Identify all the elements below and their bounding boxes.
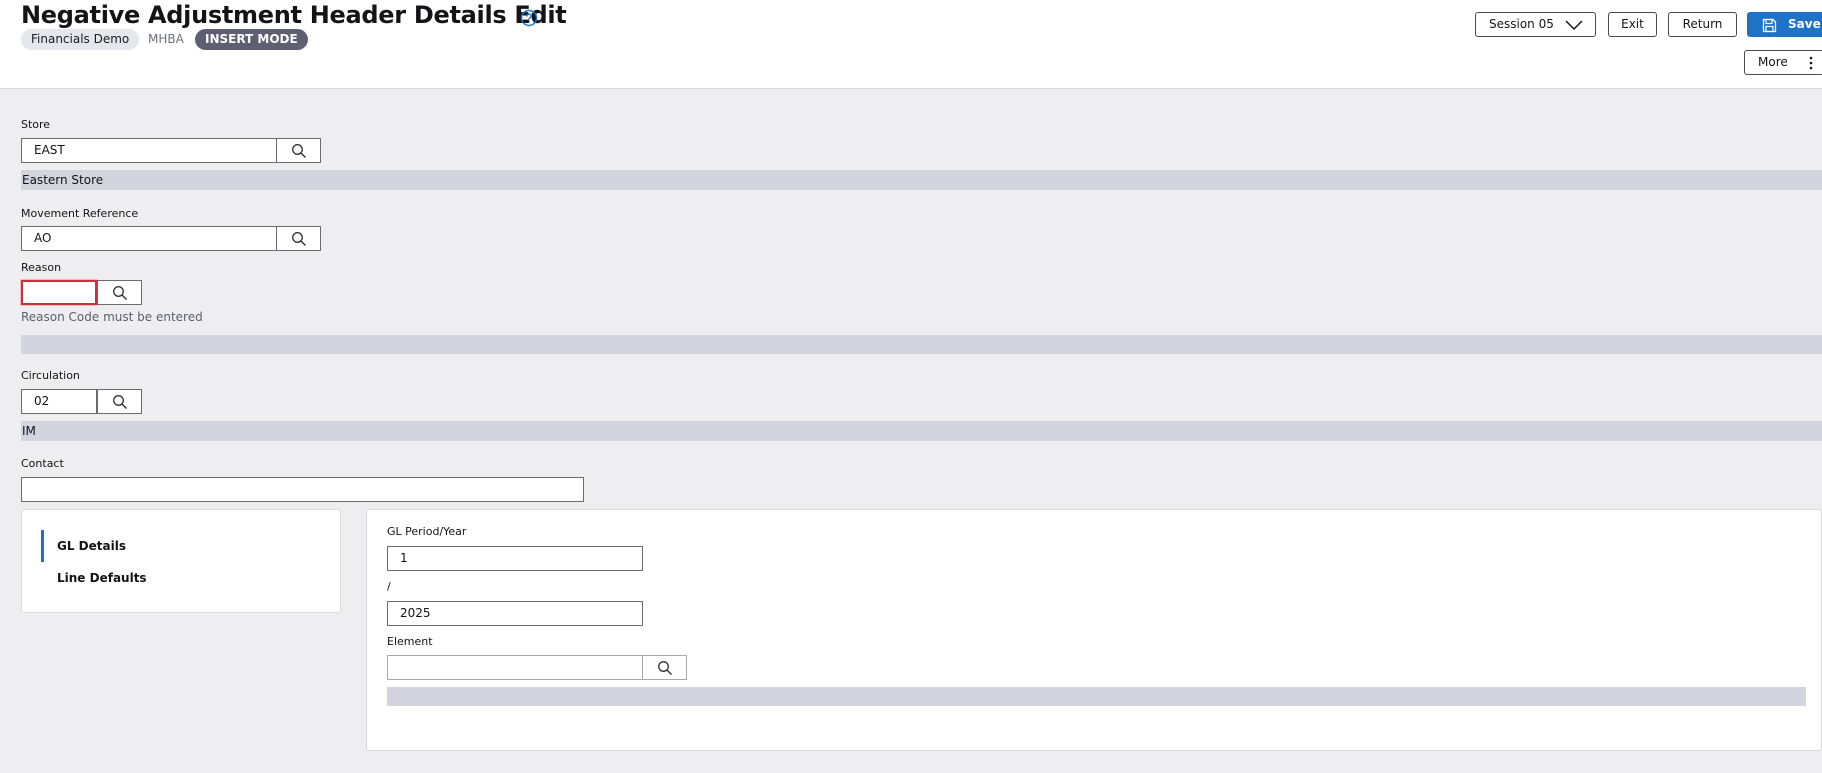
movement-reference-lookup-button[interactable] [276, 226, 321, 251]
more-button[interactable]: More [1744, 50, 1822, 75]
save-icon [1762, 18, 1777, 33]
period-year-separator: / [387, 580, 391, 593]
movement-reference-input[interactable]: AO [21, 226, 277, 251]
reason-input[interactable] [21, 280, 97, 305]
session-dropdown[interactable]: Session 05 [1475, 12, 1596, 37]
mode-badge: INSERT MODE [195, 29, 308, 50]
help-icon[interactable] [520, 9, 538, 27]
page-title: Negative Adjustment Header Details Edit [21, 1, 567, 29]
return-button[interactable]: Return [1668, 12, 1737, 37]
reason-error-message: Reason Code must be entered [21, 310, 203, 324]
save-label: Save [1788, 17, 1821, 31]
search-icon [112, 394, 127, 409]
contact-label: Contact [21, 457, 64, 470]
element-lookup-button[interactable] [642, 655, 687, 680]
element-label: Element [387, 635, 433, 648]
page-header: Negative Adjustment Header Details Edit … [0, 0, 1822, 89]
store-description: Eastern Store [21, 170, 1822, 190]
search-icon [657, 660, 672, 675]
gl-period-year-label: GL Period/Year [387, 525, 467, 538]
movement-reference-label: Movement Reference [21, 207, 139, 220]
circulation-description: IM [21, 421, 1822, 441]
more-label: More [1758, 55, 1788, 69]
circulation-label: Circulation [21, 369, 80, 382]
reason-description [21, 335, 1822, 354]
nav-item-line-defaults[interactable]: Line Defaults [57, 571, 147, 585]
circulation-lookup-button[interactable] [97, 389, 142, 414]
user-chip: MHBA [148, 32, 184, 46]
contact-input[interactable] [21, 477, 584, 502]
gl-year-input[interactable]: 2025 [387, 601, 643, 626]
company-chip: Financials Demo [21, 29, 140, 50]
store-lookup-button[interactable] [276, 138, 321, 163]
element-description [387, 687, 1806, 706]
store-label: Store [21, 118, 51, 131]
circulation-input[interactable]: 02 [21, 389, 97, 414]
active-nav-indicator [41, 530, 44, 562]
element-input[interactable] [387, 655, 643, 680]
session-label: Session 05 [1489, 17, 1554, 31]
search-icon [112, 285, 127, 300]
section-nav-panel: GL Details Line Defaults [21, 509, 341, 613]
store-input[interactable]: EAST [21, 138, 277, 163]
nav-item-gl-details[interactable]: GL Details [57, 539, 126, 553]
more-vertical-icon [1809, 56, 1813, 70]
reason-label: Reason [21, 261, 62, 274]
chevron-down-icon [1565, 20, 1583, 31]
reason-lookup-button[interactable] [97, 280, 142, 305]
exit-button[interactable]: Exit [1608, 12, 1657, 37]
search-icon [291, 143, 306, 158]
search-icon [291, 231, 306, 246]
save-button[interactable]: Save [1747, 12, 1822, 37]
gl-period-input[interactable]: 1 [387, 546, 643, 571]
gl-details-panel: GL Period/Year 1 / 2025 Element [366, 509, 1822, 751]
